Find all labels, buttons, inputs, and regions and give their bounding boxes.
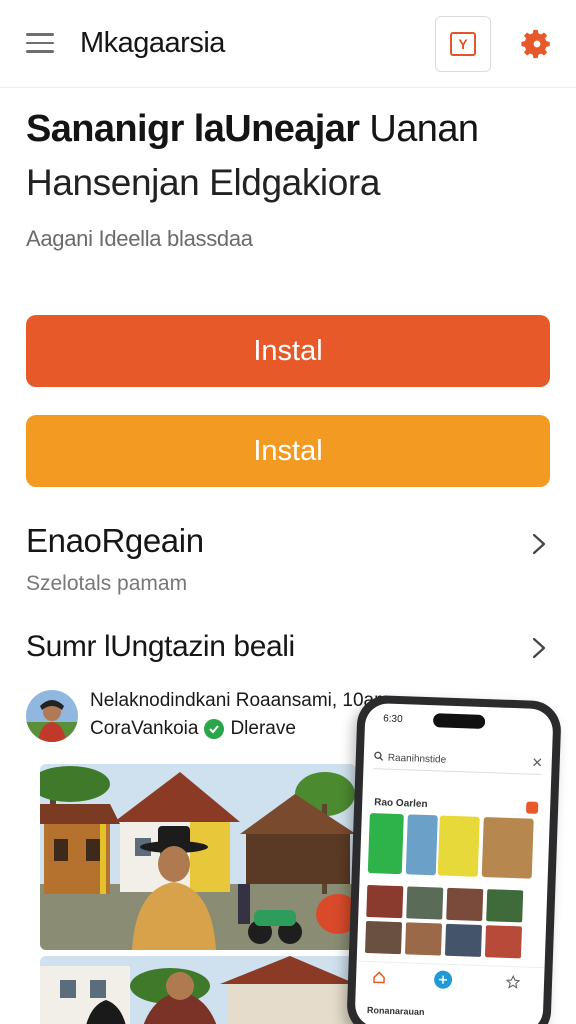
post-author: Nelaknodindkani Roaansami, 10am bbox=[90, 690, 390, 711]
section-title-1[interactable]: EnaoRgeain bbox=[26, 522, 204, 560]
install-button-secondary[interactable]: Instal bbox=[26, 415, 550, 487]
phone-card-green bbox=[367, 813, 404, 875]
post-meta: CoraVankoia Dlerave bbox=[90, 718, 296, 740]
app-badge-button[interactable]: Y bbox=[435, 16, 491, 72]
post-photo-street[interactable] bbox=[40, 956, 356, 1024]
phone-card-house bbox=[481, 817, 534, 879]
hamburger-menu-icon[interactable] bbox=[26, 33, 54, 53]
phone-mockup: 6:30 Raanihnstide Rao Oarlen Ronanarauan bbox=[346, 694, 562, 1024]
chevron-right-icon[interactable] bbox=[530, 532, 548, 556]
top-app-bar: Mkagaarsia Y bbox=[0, 0, 576, 88]
section-subtitle-1: Szelotals pamam bbox=[26, 572, 188, 595]
phone-thumb bbox=[446, 887, 484, 922]
phone-thumb bbox=[406, 886, 444, 920]
phone-search-text: Raanihnstide bbox=[387, 752, 447, 766]
headline-light-text: Uanan bbox=[369, 108, 479, 150]
page-subtitle: Aagani Ideella blassdaa bbox=[26, 226, 253, 251]
phone-search-bar: Raanihnstide bbox=[373, 747, 543, 775]
phone-screen: 6:30 Raanihnstide Rao Oarlen Ronanarauan bbox=[354, 702, 554, 1024]
page-headline: Sananigr laUneajar Uanan bbox=[26, 108, 479, 151]
headline-bold-text: Sananigr laUneajar bbox=[26, 108, 360, 150]
phone-thumb bbox=[486, 889, 524, 923]
star-icon bbox=[505, 974, 521, 994]
page-headline-line2: Hansenjan Eldgakiora bbox=[26, 162, 381, 203]
phone-card-yellow bbox=[437, 815, 480, 877]
post-meta-name: CoraVankoia bbox=[90, 718, 199, 739]
install-button-primary[interactable]: Instal bbox=[26, 315, 550, 387]
phone-thumb bbox=[404, 922, 443, 956]
phone-card-landscape bbox=[405, 814, 438, 876]
close-icon bbox=[532, 757, 542, 769]
phone-thumb bbox=[364, 920, 403, 955]
phone-thumb bbox=[444, 923, 483, 957]
app-title: Mkagaarsia bbox=[80, 27, 225, 59]
home-icon bbox=[372, 970, 387, 989]
avatar[interactable] bbox=[26, 690, 78, 742]
add-icon bbox=[433, 970, 453, 989]
phone-bottom-nav bbox=[355, 960, 545, 1002]
phone-badge-icon bbox=[525, 801, 539, 814]
post-photo-village[interactable] bbox=[40, 764, 356, 950]
phone-notch bbox=[432, 713, 486, 729]
phone-bottom-label: Ronanarauan bbox=[366, 1005, 425, 1018]
phone-thumb bbox=[484, 925, 523, 959]
section-title-2[interactable]: Sumr lUngtazin beali bbox=[26, 630, 295, 664]
badge-icon: Y bbox=[450, 32, 476, 56]
phone-section-label: Rao Oarlen bbox=[374, 797, 428, 811]
chevron-right-icon[interactable] bbox=[530, 636, 548, 660]
search-icon bbox=[374, 751, 384, 764]
phone-status-time: 6:30 bbox=[382, 713, 403, 726]
post-meta-tag: Dlerave bbox=[230, 718, 296, 739]
phone-thumb bbox=[366, 884, 404, 919]
verified-check-icon bbox=[204, 719, 225, 739]
gear-icon[interactable] bbox=[520, 27, 554, 61]
